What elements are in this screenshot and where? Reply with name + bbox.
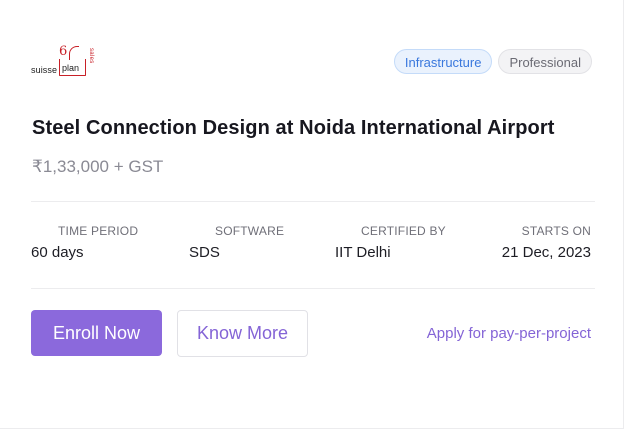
logo-vertical-text: sales <box>88 48 94 64</box>
know-more-button[interactable]: Know More <box>177 310 308 357</box>
apply-pay-per-project-link[interactable]: Apply for pay-per-project <box>427 325 591 342</box>
stat-value: IIT Delhi <box>335 244 391 261</box>
logo-plan-box: plan <box>59 59 86 76</box>
stat-software: SOFTWARE SDS <box>189 224 284 261</box>
stat-time-period: TIME PERIOD 60 days <box>31 224 138 261</box>
stat-value: 60 days <box>31 244 84 261</box>
logo-word-suisse: suisse <box>31 65 58 75</box>
course-card: 6 suisse plan sales Infrastructure Profe… <box>0 0 624 429</box>
logo-digit: 6 <box>59 44 68 59</box>
divider-bottom <box>31 288 595 289</box>
suisse-plan-logo: 6 suisse plan sales <box>31 44 97 80</box>
stat-value: 21 Dec, 2023 <box>501 244 591 261</box>
logo-hook-mark <box>69 46 79 60</box>
tag-list: Infrastructure Professional <box>393 49 592 74</box>
stat-label: CERTIFIED BY <box>361 224 446 238</box>
stat-value: SDS <box>189 244 220 261</box>
tag-infrastructure: Infrastructure <box>393 49 493 74</box>
course-title: Steel Connection Design at Noida Interna… <box>32 117 555 139</box>
tag-professional: Professional <box>498 49 592 74</box>
course-stats: TIME PERIOD 60 days SOFTWARE SDS CERTIFI… <box>31 224 591 268</box>
stat-starts-on: STARTS ON 21 Dec, 2023 <box>502 224 591 261</box>
stat-label: TIME PERIOD <box>58 224 139 238</box>
stat-label: SOFTWARE <box>215 224 285 238</box>
enroll-now-button[interactable]: Enroll Now <box>31 310 162 356</box>
stat-certified-by: CERTIFIED BY IIT Delhi <box>335 224 446 261</box>
stat-label: STARTS ON <box>521 224 591 238</box>
logo-word-plan: plan <box>62 63 80 73</box>
divider-top <box>31 201 595 202</box>
course-price: ₹1,33,000 + GST <box>32 157 164 176</box>
